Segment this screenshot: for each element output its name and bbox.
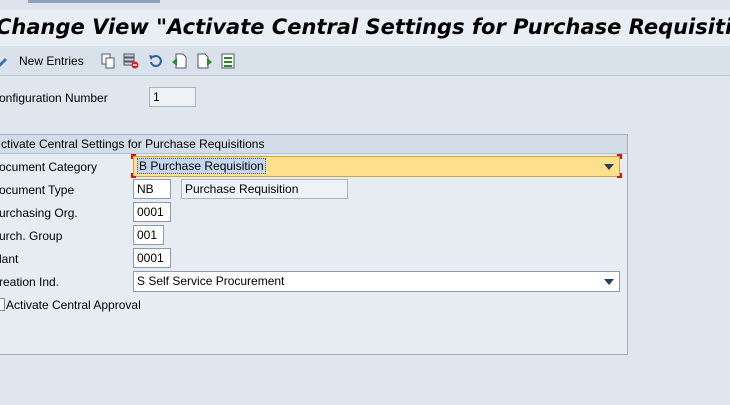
- chevron-down-icon[interactable]: [604, 164, 614, 170]
- focus-corner-marker: [617, 154, 622, 159]
- purchasing-org-label: urchasing Org.: [0, 206, 78, 220]
- document-type-description: Purchase Requisition: [181, 179, 348, 199]
- edit-pencil-icon[interactable]: [0, 53, 10, 69]
- new-entries-button[interactable]: New Entries: [19, 54, 84, 68]
- document-category-dropdown[interactable]: B Purchase Requisition: [133, 156, 620, 177]
- plant-input[interactable]: 0001: [133, 248, 171, 268]
- creation-indicator-dropdown[interactable]: S Self Service Procurement: [133, 271, 620, 292]
- focus-corner-marker: [131, 154, 136, 159]
- creation-indicator-value: S Self Service Procurement: [137, 274, 285, 288]
- next-entry-icon[interactable]: [197, 53, 213, 69]
- plant-label: lant: [0, 252, 19, 266]
- document-type-input[interactable]: NB: [133, 179, 171, 199]
- chevron-down-icon[interactable]: [604, 279, 614, 285]
- document-category-value: B Purchase Requisition: [137, 158, 266, 174]
- focus-corner-marker: [617, 173, 622, 178]
- purchasing-group-input[interactable]: 001: [133, 225, 164, 245]
- configuration-number-field: 1: [149, 87, 196, 107]
- group-title: ctivate Central Settings for Purchase Re…: [1, 137, 265, 151]
- delete-icon[interactable]: [123, 53, 139, 69]
- select-all-icon[interactable]: [220, 53, 236, 69]
- command-field[interactable]: [28, 0, 160, 3]
- system-strip: [0, 0, 730, 10]
- focus-corner-marker: [131, 173, 136, 178]
- central-approval-checkbox[interactable]: [0, 298, 5, 311]
- document-type-label: ocument Type: [0, 183, 75, 197]
- title-bar: Change View "Activate Central Settings f…: [0, 10, 730, 46]
- document-category-label: ocument Category: [0, 160, 98, 174]
- group-header: ctivate Central Settings for Purchase Re…: [0, 135, 627, 154]
- application-toolbar: New Entries: [0, 46, 730, 76]
- purchasing-group-label: urch. Group: [0, 229, 63, 243]
- purchasing-org-input[interactable]: 0001: [133, 202, 171, 222]
- configuration-number-label: onfiguration Number: [0, 91, 108, 105]
- creation-indicator-label: reation Ind.: [0, 275, 60, 289]
- central-approval-label: Activate Central Approval: [6, 298, 141, 312]
- page-title: Change View "Activate Central Settings f…: [0, 15, 730, 39]
- previous-entry-icon[interactable]: [171, 53, 187, 69]
- copy-icon[interactable]: [100, 53, 116, 69]
- undo-icon[interactable]: [147, 53, 163, 69]
